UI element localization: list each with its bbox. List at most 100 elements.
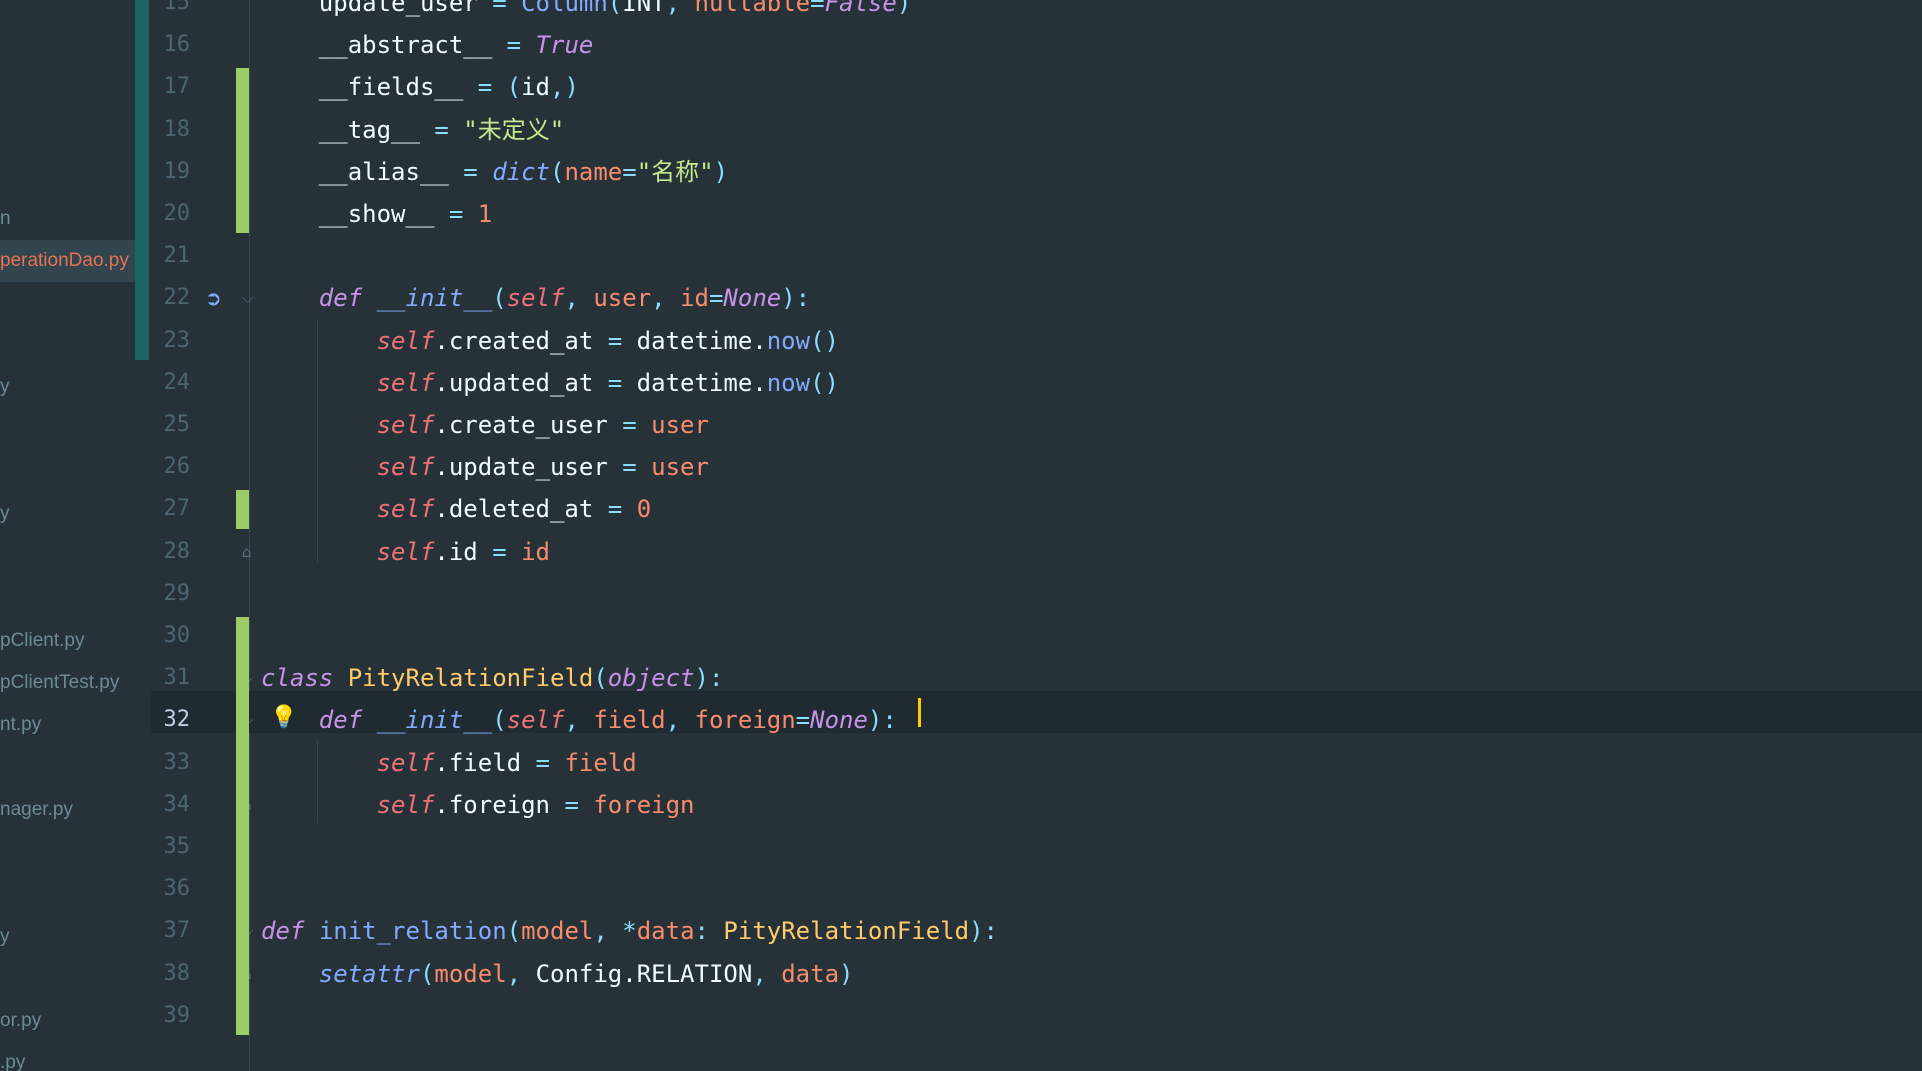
- line-number: 29: [163, 580, 191, 606]
- code-token: class: [261, 664, 334, 693]
- file-tree-item[interactable]: or.py: [0, 1000, 136, 1042]
- line-number: 20: [163, 201, 191, 226]
- code-line[interactable]: self.create_user = user: [261, 404, 709, 446]
- code-token: Config.RELATION: [535, 959, 753, 988]
- code-token: =: [708, 284, 724, 313]
- code-token: (: [506, 73, 522, 102]
- code-token: INT: [622, 0, 666, 17]
- vcs-modified-marker[interactable]: [236, 490, 249, 529]
- file-tree-item[interactable]: nager.py: [0, 789, 136, 831]
- code-token: (): [810, 368, 839, 397]
- code-token: (: [550, 157, 565, 186]
- code-token: init_relation: [318, 917, 507, 946]
- indent-guide: [317, 320, 318, 562]
- code-line[interactable]: self.id = id: [261, 531, 550, 573]
- code-token: Column: [521, 0, 608, 17]
- line-number: 35: [163, 834, 191, 859]
- code-token: __alias__: [261, 157, 464, 186]
- code-token: =: [795, 706, 811, 735]
- code-line[interactable]: self.deleted_at = 0: [261, 488, 652, 530]
- file-tree-item-label: perationDao.py: [0, 250, 129, 271]
- code-token: None: [810, 706, 868, 735]
- code-token: user: [651, 411, 709, 439]
- code-token: (: [492, 284, 507, 313]
- code-token: field: [564, 748, 637, 777]
- code-token: def: [261, 917, 305, 946]
- code-token: now: [766, 368, 811, 397]
- file-tree-item[interactable]: perationDao.py: [0, 240, 149, 282]
- line-number: 39: [163, 1002, 191, 1028]
- file-tree-item[interactable]: nt.py: [0, 704, 136, 746]
- code-line[interactable]: class PityRelationField(object):: [261, 657, 723, 699]
- code-token: ,: [665, 0, 695, 17]
- file-tree-item-label: nt.py: [0, 714, 42, 735]
- code-line[interactable]: __alias__ = dict(name="名称"): [261, 151, 728, 193]
- file-tree-item[interactable]: pClientTest.py: [0, 662, 136, 704]
- code-line[interactable]: __show__ = 1: [261, 193, 492, 235]
- code-token: .deleted_at: [434, 495, 608, 524]
- code-line[interactable]: __fields__ = (id,): [261, 66, 579, 108]
- code-token: ): [896, 0, 912, 17]
- code-token: self: [376, 748, 435, 777]
- file-tree-item[interactable]: y: [0, 366, 136, 408]
- file-tree-item[interactable]: .py: [0, 1042, 136, 1071]
- fold-open-icon[interactable]: ⌵: [242, 290, 258, 306]
- code-token: self: [376, 495, 435, 524]
- scroll-marker: [135, 0, 149, 360]
- file-tree-item[interactable]: n: [0, 198, 136, 240]
- code-line[interactable]: self.foreign = foreign: [261, 784, 695, 826]
- text-caret: [918, 698, 921, 727]
- code-token: nullable: [694, 0, 811, 17]
- code-token: PityRelationField: [723, 917, 970, 946]
- code-token: now: [766, 326, 811, 355]
- code-token: self: [376, 326, 435, 355]
- file-tree-item[interactable]: y: [0, 493, 136, 535]
- code-token: def: [318, 284, 363, 313]
- code-line[interactable]: setattr(model, Config.RELATION, data): [261, 953, 854, 995]
- file-tree-item-label: .py: [0, 1052, 26, 1071]
- vcs-modified-marker[interactable]: [236, 68, 249, 234]
- code-token: "未定义": [463, 115, 565, 144]
- code-line[interactable]: __abstract__ = True: [261, 24, 594, 66]
- code-token: .field: [434, 748, 536, 777]
- code-token: ,: [651, 284, 681, 313]
- line-number: 38: [163, 960, 191, 986]
- code-line[interactable]: self.created_at = datetime.now(): [261, 320, 839, 362]
- code-line[interactable]: def init_relation(model, *data: PityRela…: [261, 910, 998, 952]
- code-line[interactable]: __tag__ = "未定义": [261, 109, 564, 151]
- code-line[interactable]: def __init__(self, user, id=None):: [261, 277, 810, 319]
- ide-window: n perationDao.py y y pClient.py pClientTest.p…: [0, 0, 1922, 1071]
- fold-close-icon[interactable]: ⌂: [242, 544, 258, 560]
- project-tree[interactable]: n perationDao.py y y pClient.py pClientTest.p…: [0, 0, 149, 1071]
- line-number: 37: [163, 918, 191, 944]
- code-token: =: [463, 157, 478, 186]
- code-line[interactable]: update_user = Column(INT, nullable=False…: [261, 0, 911, 24]
- code-line[interactable]: self.update_user = user: [261, 446, 709, 488]
- code-token: object: [607, 664, 695, 693]
- file-tree-item[interactable]: y: [0, 916, 136, 958]
- code-line[interactable]: self.updated_at = datetime.now(): [261, 362, 839, 404]
- code-token: update_user: [261, 0, 493, 17]
- code-token: __fields__: [261, 73, 478, 102]
- code-token: user: [651, 453, 709, 482]
- vcs-modified-marker[interactable]: [236, 617, 249, 1035]
- override-method-icon[interactable]: ➲: [205, 288, 222, 308]
- code-token: (: [607, 0, 623, 17]
- code-token: ,: [752, 959, 782, 988]
- line-number: 21: [163, 243, 191, 269]
- code-line[interactable]: def __init__(self, field, foreign=None):: [261, 699, 897, 741]
- line-number: 27: [163, 496, 191, 522]
- code-token: dict: [492, 157, 550, 186]
- file-tree-item[interactable]: pClient.py: [0, 620, 136, 662]
